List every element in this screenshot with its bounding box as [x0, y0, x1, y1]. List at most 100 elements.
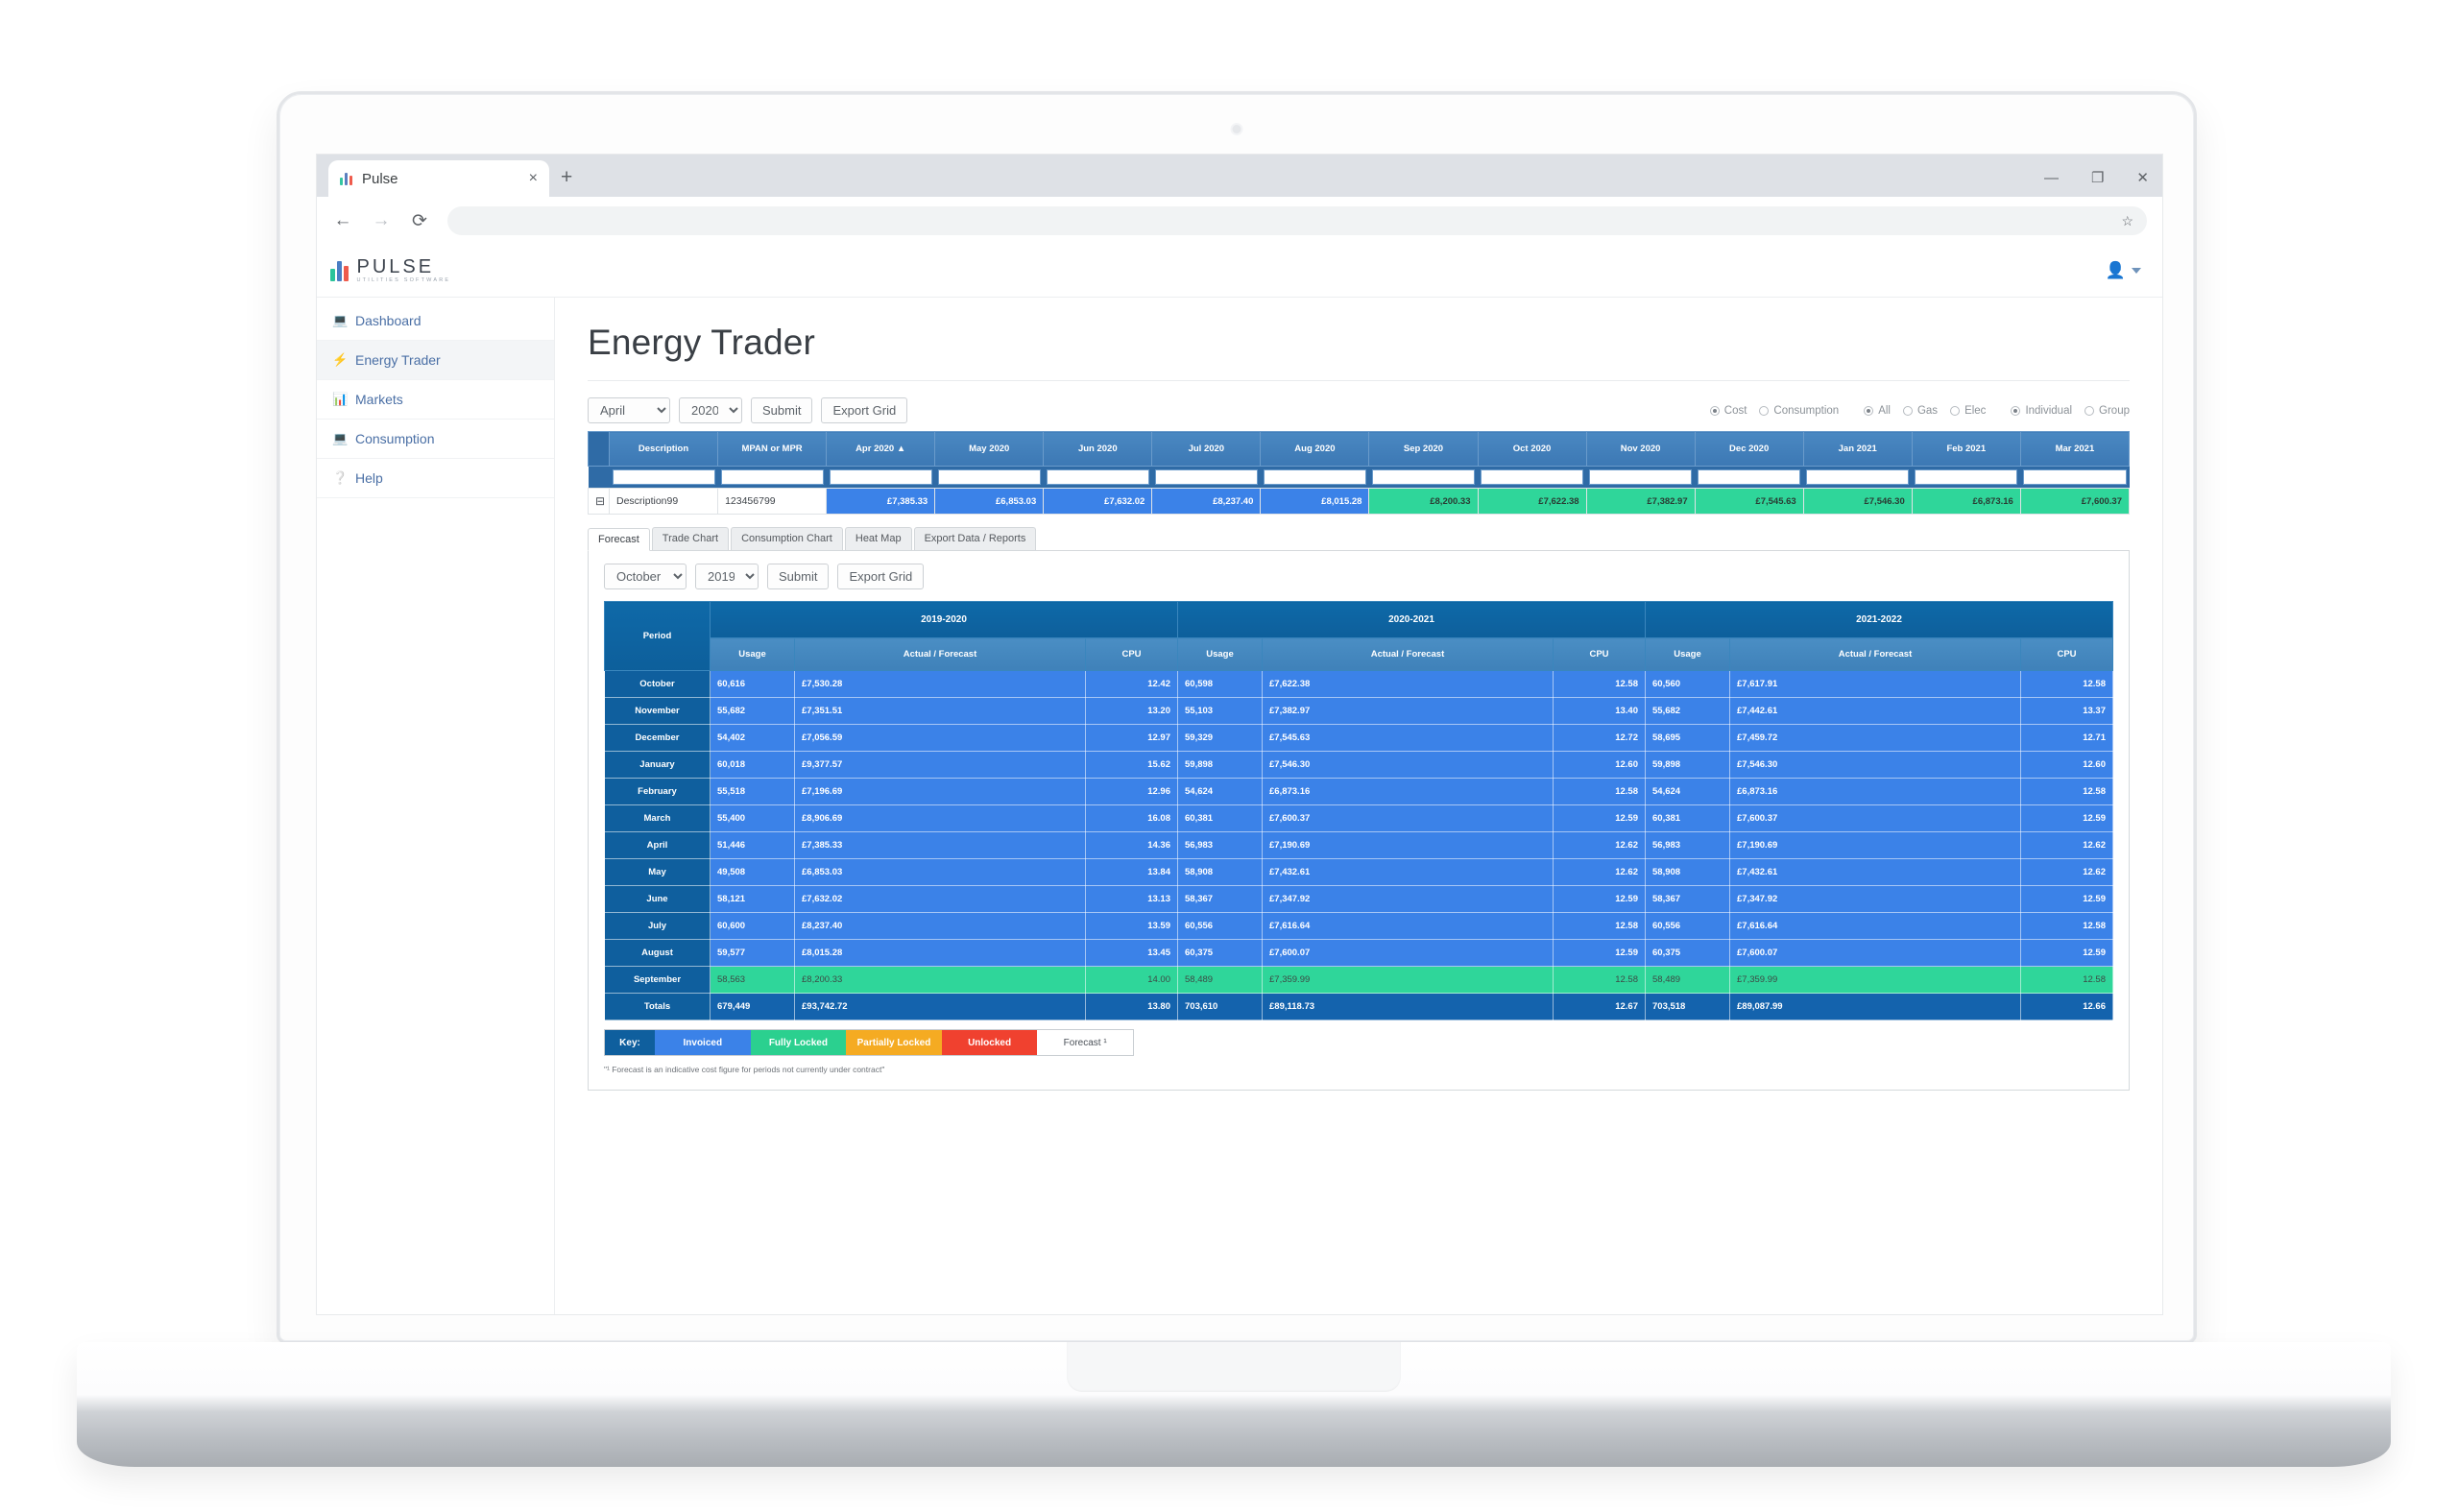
forecast-row[interactable]: March55,400£8,906.6916.0860,381£7,600.37… [605, 805, 2113, 832]
forecast-af-g1[interactable]: £7,351.51 [795, 698, 1086, 725]
outer-submit-button[interactable]: Submit [751, 397, 812, 423]
forecast-cpu-g1[interactable]: 16.08 [1085, 805, 1177, 832]
filter-cell[interactable] [1586, 467, 1695, 489]
maximize-window-icon[interactable]: ❐ [2091, 171, 2104, 185]
forecast-cpu-g2[interactable]: 12.59 [1553, 805, 1645, 832]
table-row[interactable]: ⊟Description99123456799£7,385.33£6,853.0… [589, 489, 2130, 515]
forecast-usage-g1[interactable]: 60,600 [711, 913, 795, 940]
tab-consumption-chart[interactable]: Consumption Chart [731, 527, 843, 550]
forecast-cpu-g1[interactable]: 13.13 [1085, 886, 1177, 913]
sidebar-item-dashboard[interactable]: 💻 Dashboard [317, 301, 554, 341]
filter-input-oct-2020[interactable] [1481, 469, 1583, 485]
forecast-usage-g1[interactable]: 58,121 [711, 886, 795, 913]
tab-trade-chart[interactable]: Trade Chart [652, 527, 729, 550]
forecast-usage-g2[interactable]: 54,624 [1178, 779, 1263, 805]
forecast-cpu-g3[interactable]: 12.58 [2020, 779, 2112, 805]
forecast-af-g3[interactable]: £7,432.61 [1730, 859, 2021, 886]
forecast-usage-g2[interactable]: 60,381 [1178, 805, 1263, 832]
minimize-window-icon[interactable]: — [2044, 171, 2059, 185]
forecast-af-g1[interactable]: £7,196.69 [795, 779, 1086, 805]
browser-tab-pulse[interactable]: Pulse × [328, 160, 549, 197]
forecast-af-g2[interactable]: £7,359.99 [1263, 967, 1554, 994]
forecast-usage-g2[interactable]: 58,908 [1178, 859, 1263, 886]
address-bar[interactable]: ☆ [447, 206, 2147, 235]
filter-cell[interactable] [2020, 467, 2129, 489]
new-tab-button[interactable]: + [561, 166, 572, 189]
forecast-row[interactable]: January60,018£9,377.5715.6259,898£7,546.… [605, 752, 2113, 779]
forecast-usage-g3[interactable]: 60,381 [1646, 805, 1730, 832]
grid-cell-dec-2020[interactable]: £7,545.63 [1695, 489, 1803, 515]
forecast-af-g1[interactable]: £9,377.57 [795, 752, 1086, 779]
forecast-af-g2[interactable]: £7,545.63 [1263, 725, 1554, 752]
forecast-usage-g2[interactable]: 60,375 [1178, 940, 1263, 967]
inner-export-grid-button[interactable]: Export Grid [837, 564, 924, 589]
forecast-row[interactable]: October60,616£7,530.2812.4260,598£7,622.… [605, 671, 2113, 698]
grid-cell-jan-2021[interactable]: £7,546.30 [1803, 489, 1912, 515]
forecast-cpu-g2[interactable]: 12.58 [1553, 671, 1645, 698]
forecast-usage-g1[interactable]: 55,518 [711, 779, 795, 805]
filter-input-apr-2020[interactable] [830, 469, 932, 485]
grid-col-jan-2021[interactable]: Jan 2021 [1803, 432, 1912, 467]
forecast-af-g3[interactable]: £7,616.64 [1730, 913, 2021, 940]
close-window-icon[interactable]: ✕ [2136, 171, 2149, 185]
tab-forecast[interactable]: Forecast [588, 528, 650, 551]
sidebar-item-consumption[interactable]: 💻 Consumption [317, 420, 554, 459]
forecast-cpu-g2[interactable]: 13.40 [1553, 698, 1645, 725]
filter-cell[interactable] [1695, 467, 1803, 489]
grid-cell-jul-2020[interactable]: £8,237.40 [1152, 489, 1261, 515]
sidebar-item-energy-trader[interactable]: ⚡ Energy Trader [317, 341, 554, 380]
forecast-af-g1[interactable]: £7,530.28 [795, 671, 1086, 698]
forecast-usage-g1[interactable]: 51,446 [711, 832, 795, 859]
outer-month-select[interactable]: JanuaryFebruaryMarchAprilMayJuneJulyAugu… [588, 397, 670, 423]
filter-input-mpan-or-mpr[interactable] [721, 469, 824, 485]
forecast-usage-g2[interactable]: 58,489 [1178, 967, 1263, 994]
filter-input-jan-2021[interactable] [1806, 469, 1909, 485]
forecast-af-g2[interactable]: £7,600.37 [1263, 805, 1554, 832]
forecast-cpu-g1[interactable]: 12.97 [1085, 725, 1177, 752]
forecast-usage-g1[interactable]: 59,577 [711, 940, 795, 967]
forecast-af-g2[interactable]: £7,546.30 [1263, 752, 1554, 779]
forecast-af-g3[interactable]: £7,617.91 [1730, 671, 2021, 698]
forecast-usage-g3[interactable]: 58,367 [1646, 886, 1730, 913]
forecast-cpu-g3[interactable]: 12.58 [2020, 913, 2112, 940]
radio-consumption[interactable]: Consumption [1759, 405, 1839, 417]
filter-input-jul-2020[interactable] [1155, 469, 1258, 485]
radio-all[interactable]: All [1864, 405, 1891, 417]
forecast-af-g1[interactable]: £7,632.02 [795, 886, 1086, 913]
forecast-row[interactable]: April51,446£7,385.3314.3656,983£7,190.69… [605, 832, 2113, 859]
forecast-row[interactable]: December54,402£7,056.5912.9759,329£7,545… [605, 725, 2113, 752]
forecast-cpu-g1[interactable]: 13.59 [1085, 913, 1177, 940]
forecast-af-g1[interactable]: £6,853.03 [795, 859, 1086, 886]
forecast-row[interactable]: November55,682£7,351.5113.2055,103£7,382… [605, 698, 2113, 725]
filter-input-dec-2020[interactable] [1698, 469, 1800, 485]
filter-cell[interactable] [1261, 467, 1369, 489]
forecast-usage-g3[interactable]: 58,908 [1646, 859, 1730, 886]
filter-input-feb-2021[interactable] [1915, 469, 2017, 485]
forecast-cpu-g2[interactable]: 12.59 [1553, 940, 1645, 967]
outer-export-grid-button[interactable]: Export Grid [821, 397, 907, 423]
forecast-af-g3[interactable]: £7,359.99 [1730, 967, 2021, 994]
filter-cell[interactable] [1152, 467, 1261, 489]
forecast-cpu-g3[interactable]: 12.58 [2020, 671, 2112, 698]
filter-cell[interactable] [1803, 467, 1912, 489]
forecast-cpu-g2[interactable]: 12.62 [1553, 832, 1645, 859]
grid-col-description[interactable]: Description [610, 432, 718, 467]
forecast-cpu-g3[interactable]: 12.71 [2020, 725, 2112, 752]
forecast-af-g3[interactable]: £7,546.30 [1730, 752, 2021, 779]
grid-cell-sep-2020[interactable]: £8,200.33 [1369, 489, 1478, 515]
forecast-usage-g1[interactable]: 60,616 [711, 671, 795, 698]
filter-cell[interactable] [827, 467, 935, 489]
filter-cell[interactable] [1044, 467, 1152, 489]
grid-col-aug-2020[interactable]: Aug 2020 [1261, 432, 1369, 467]
grid-cell-jun-2020[interactable]: £7,632.02 [1044, 489, 1152, 515]
forecast-usage-g3[interactable]: 59,898 [1646, 752, 1730, 779]
forecast-row[interactable]: June58,121£7,632.0213.1358,367£7,347.921… [605, 886, 2113, 913]
forecast-usage-g1[interactable]: 58,563 [711, 967, 795, 994]
filter-input-aug-2020[interactable] [1264, 469, 1366, 485]
forecast-af-g2[interactable]: £7,616.64 [1263, 913, 1554, 940]
grid-col-sep-2020[interactable]: Sep 2020 [1369, 432, 1478, 467]
radio-elec[interactable]: Elec [1950, 405, 1986, 417]
grid-cell-mar-2021[interactable]: £7,600.37 [2020, 489, 2129, 515]
inner-year-select[interactable]: 20182019202020212022 [695, 564, 759, 589]
forecast-af-g3[interactable]: £7,442.61 [1730, 698, 2021, 725]
